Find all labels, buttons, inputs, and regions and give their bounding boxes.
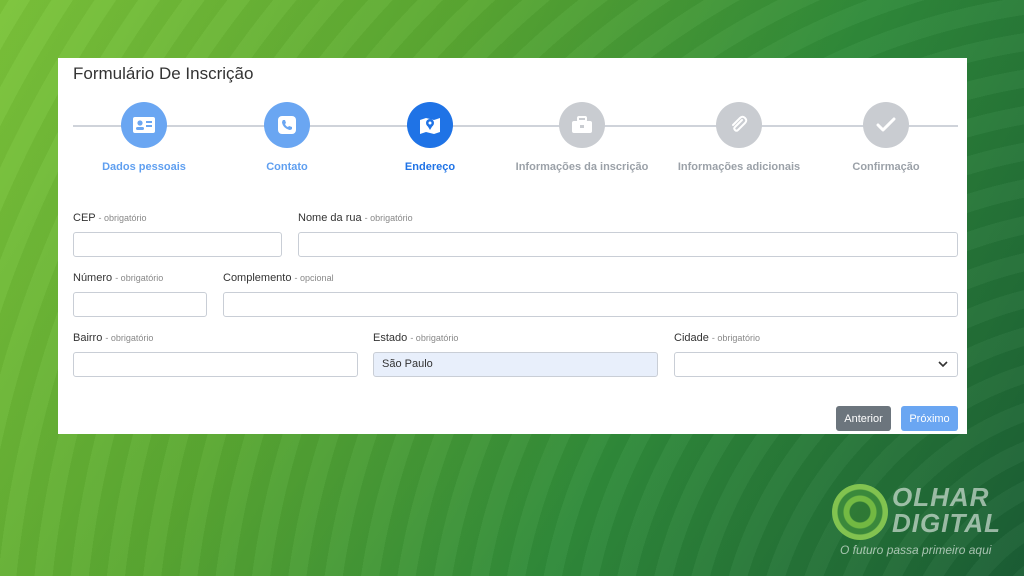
- step-label: Confirmação: [852, 161, 920, 173]
- previous-button[interactable]: Anterior: [836, 406, 891, 431]
- cep-label: CEP - obrigatório: [73, 212, 147, 224]
- step-contato[interactable]: Contato: [212, 102, 362, 173]
- step-label: Dados pessoais: [102, 161, 186, 173]
- step-informacoes-inscricao[interactable]: Informações da inscrição: [507, 102, 657, 173]
- neighborhood-field[interactable]: [73, 352, 358, 377]
- numero-label: Número - obrigatório: [73, 272, 164, 284]
- step-label: Endereço: [404, 161, 456, 173]
- cidade-label: Cidade - obrigatório: [674, 332, 760, 344]
- briefcase-icon: [559, 102, 605, 148]
- check-icon: [863, 102, 909, 148]
- next-button[interactable]: Próximo: [901, 406, 958, 431]
- city-select[interactable]: [674, 352, 958, 377]
- phone-icon: [264, 102, 310, 148]
- estado-label: Estado - obrigatório: [373, 332, 459, 344]
- step-label: Informações adicionais: [677, 161, 801, 173]
- step-endereco[interactable]: Endereço: [355, 102, 505, 173]
- cep-field[interactable]: [73, 232, 282, 257]
- complemento-label: Complemento - opcional: [223, 272, 334, 284]
- globe-icon: [832, 484, 888, 540]
- brand-tagline: O futuro passa primeiro aqui: [840, 543, 992, 557]
- form-card: Formulário De Inscrição Dados pessoais C…: [58, 58, 967, 434]
- step-label: Contato: [266, 161, 308, 173]
- paperclip-icon: [716, 102, 762, 148]
- olhar-digital-logo: OLHAR DIGITAL O futuro passa primeiro aq…: [830, 478, 1020, 568]
- number-field[interactable]: [73, 292, 207, 317]
- bairro-label: Bairro - obrigatório: [73, 332, 154, 344]
- map-icon: [407, 102, 453, 148]
- chevron-down-icon: [938, 361, 948, 368]
- state-field[interactable]: São Paulo: [373, 352, 658, 377]
- step-confirmacao[interactable]: Confirmação: [811, 102, 961, 173]
- complement-field[interactable]: [223, 292, 958, 317]
- id-card-icon: [121, 102, 167, 148]
- step-dados-pessoais[interactable]: Dados pessoais: [69, 102, 219, 173]
- step-informacoes-adicionais[interactable]: Informações adicionais: [664, 102, 814, 173]
- street-name-field[interactable]: [298, 232, 958, 257]
- step-label: Informações da inscrição: [515, 161, 649, 173]
- brand-line-2: DIGITAL: [892, 508, 1002, 538]
- rua-label: Nome da rua - obrigatório: [298, 212, 413, 224]
- page-title: Formulário De Inscrição: [73, 64, 254, 83]
